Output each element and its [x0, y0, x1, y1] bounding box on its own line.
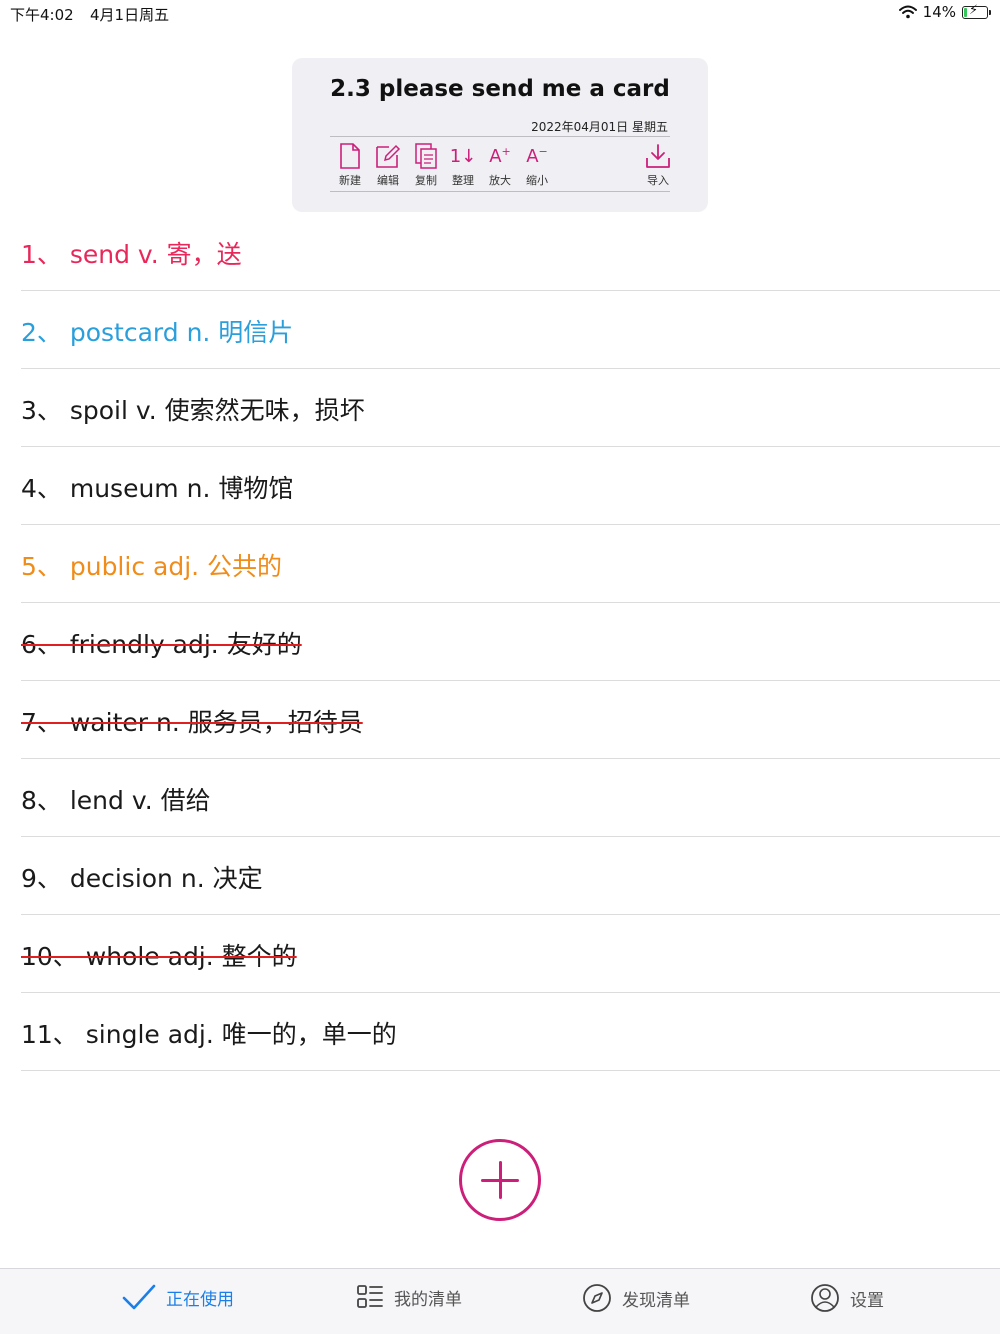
new-document-icon	[340, 143, 360, 169]
font-decrease-glyph: A	[526, 146, 539, 167]
list-item[interactable]: 7、 waiter n. 服务员，招待员	[21, 681, 1000, 759]
add-word-button[interactable]	[459, 1139, 541, 1221]
import-button[interactable]: 导入	[639, 142, 677, 188]
edit-button[interactable]: 编辑	[369, 142, 407, 188]
word-entry: 4、 museum n. 博物馆	[21, 474, 294, 503]
status-bar: 下午4:02 4月1日周五 14% ⚡	[0, 0, 1000, 28]
status-time: 下午4:02	[10, 6, 74, 24]
tab-label: 我的清单	[394, 1289, 462, 1310]
status-date: 4月1日周五	[90, 6, 170, 24]
sort-label: 整理	[452, 174, 474, 187]
word-entry: 1、 send v. 寄，送	[21, 240, 242, 269]
list-item[interactable]: 9、 decision n. 决定	[21, 837, 1000, 915]
wifi-icon	[898, 5, 917, 19]
list-header-card: 2.3 please send me a card 2022年04月01日 星期…	[292, 58, 708, 212]
list-title: 2.3 please send me a card	[330, 76, 670, 102]
compass-icon	[583, 1284, 611, 1312]
word-entry: 5、 public adj. 公共的	[21, 552, 283, 581]
new-button[interactable]: 新建	[331, 142, 369, 188]
new-label: 新建	[339, 174, 361, 187]
list-item[interactable]: 6、 friendly adj. 友好的	[21, 603, 1000, 681]
list-item[interactable]: 11、 single adj. 唯一的，单一的	[21, 993, 1000, 1071]
charging-icon: ⚡	[969, 2, 979, 18]
list-item[interactable]: 5、 public adj. 公共的	[21, 525, 1000, 603]
copy-icon	[415, 143, 437, 169]
shrink-font-label: 缩小	[526, 174, 548, 187]
font-decrease-icon: A−	[526, 145, 548, 167]
list-item[interactable]: 8、 lend v. 借给	[21, 759, 1000, 837]
word-entry: 3、 spoil v. 使索然无味，损坏	[21, 396, 365, 425]
divider	[330, 136, 670, 137]
tab-my-lists[interactable]: 我的清单	[356, 1283, 462, 1311]
battery-percent: 14%	[922, 3, 956, 21]
list-item[interactable]: 1、 send v. 寄，送	[21, 213, 1000, 291]
tab-in-use[interactable]: 正在使用	[122, 1283, 234, 1311]
battery-icon: ⚡	[962, 2, 991, 19]
status-indicators: 14% ⚡	[898, 2, 991, 21]
enlarge-font-label: 放大	[489, 174, 511, 187]
divider	[330, 191, 670, 192]
list-item[interactable]: 2、 postcard n. 明信片	[21, 291, 1000, 369]
tab-label: 发现清单	[622, 1290, 690, 1311]
tab-label: 设置	[850, 1290, 884, 1311]
word-entry: 8、 lend v. 借给	[21, 786, 211, 815]
import-label: 导入	[647, 174, 669, 187]
person-icon	[811, 1284, 839, 1312]
copy-button[interactable]: 复制	[407, 142, 445, 188]
word-list: 1、 send v. 寄，送 2、 postcard n. 明信片 3、 spo…	[0, 213, 1000, 1071]
edit-label: 编辑	[377, 174, 399, 187]
tab-label: 正在使用	[166, 1289, 234, 1310]
sort-button[interactable]: 1↓ 整理	[444, 142, 482, 188]
edit-icon	[376, 144, 401, 168]
tab-settings[interactable]: 设置	[810, 1283, 884, 1313]
checkmark-icon	[122, 1284, 156, 1310]
list-item[interactable]: 10、 whole adj. 整个的	[21, 915, 1000, 993]
import-icon	[646, 144, 670, 168]
enlarge-font-button[interactable]: A+ 放大	[481, 142, 519, 188]
battery-level	[964, 7, 967, 17]
word-entry: 6、 friendly adj. 友好的	[21, 630, 302, 659]
sort-icon-glyph: 1	[449, 145, 462, 167]
word-entry: 2、 postcard n. 明信片	[21, 318, 294, 347]
tab-bar: 正在使用 我的清单 发现清单 设置	[0, 1268, 1000, 1334]
tab-discover[interactable]: 发现清单	[582, 1283, 690, 1313]
word-entry: 7、 waiter n. 服务员，招待员	[21, 708, 363, 737]
app-screen: 下午4:02 4月1日周五 14% ⚡ 2.3 please send me a…	[0, 0, 1000, 1334]
font-increase-icon: A+	[489, 145, 511, 167]
copy-label: 复制	[415, 174, 437, 187]
list-icon	[357, 1285, 383, 1308]
list-item[interactable]: 3、 spoil v. 使索然无味，损坏	[21, 369, 1000, 447]
word-entry: 11、 single adj. 唯一的，单一的	[21, 1020, 397, 1049]
font-increase-glyph: A	[489, 146, 502, 167]
sort-icon: 1↓	[449, 145, 477, 167]
shrink-font-button[interactable]: A− 缩小	[518, 142, 556, 188]
word-entry: 9、 decision n. 决定	[21, 864, 263, 893]
word-entry: 10、 whole adj. 整个的	[21, 942, 297, 971]
list-item[interactable]: 4、 museum n. 博物馆	[21, 447, 1000, 525]
list-date: 2022年04月01日 星期五	[531, 120, 668, 134]
